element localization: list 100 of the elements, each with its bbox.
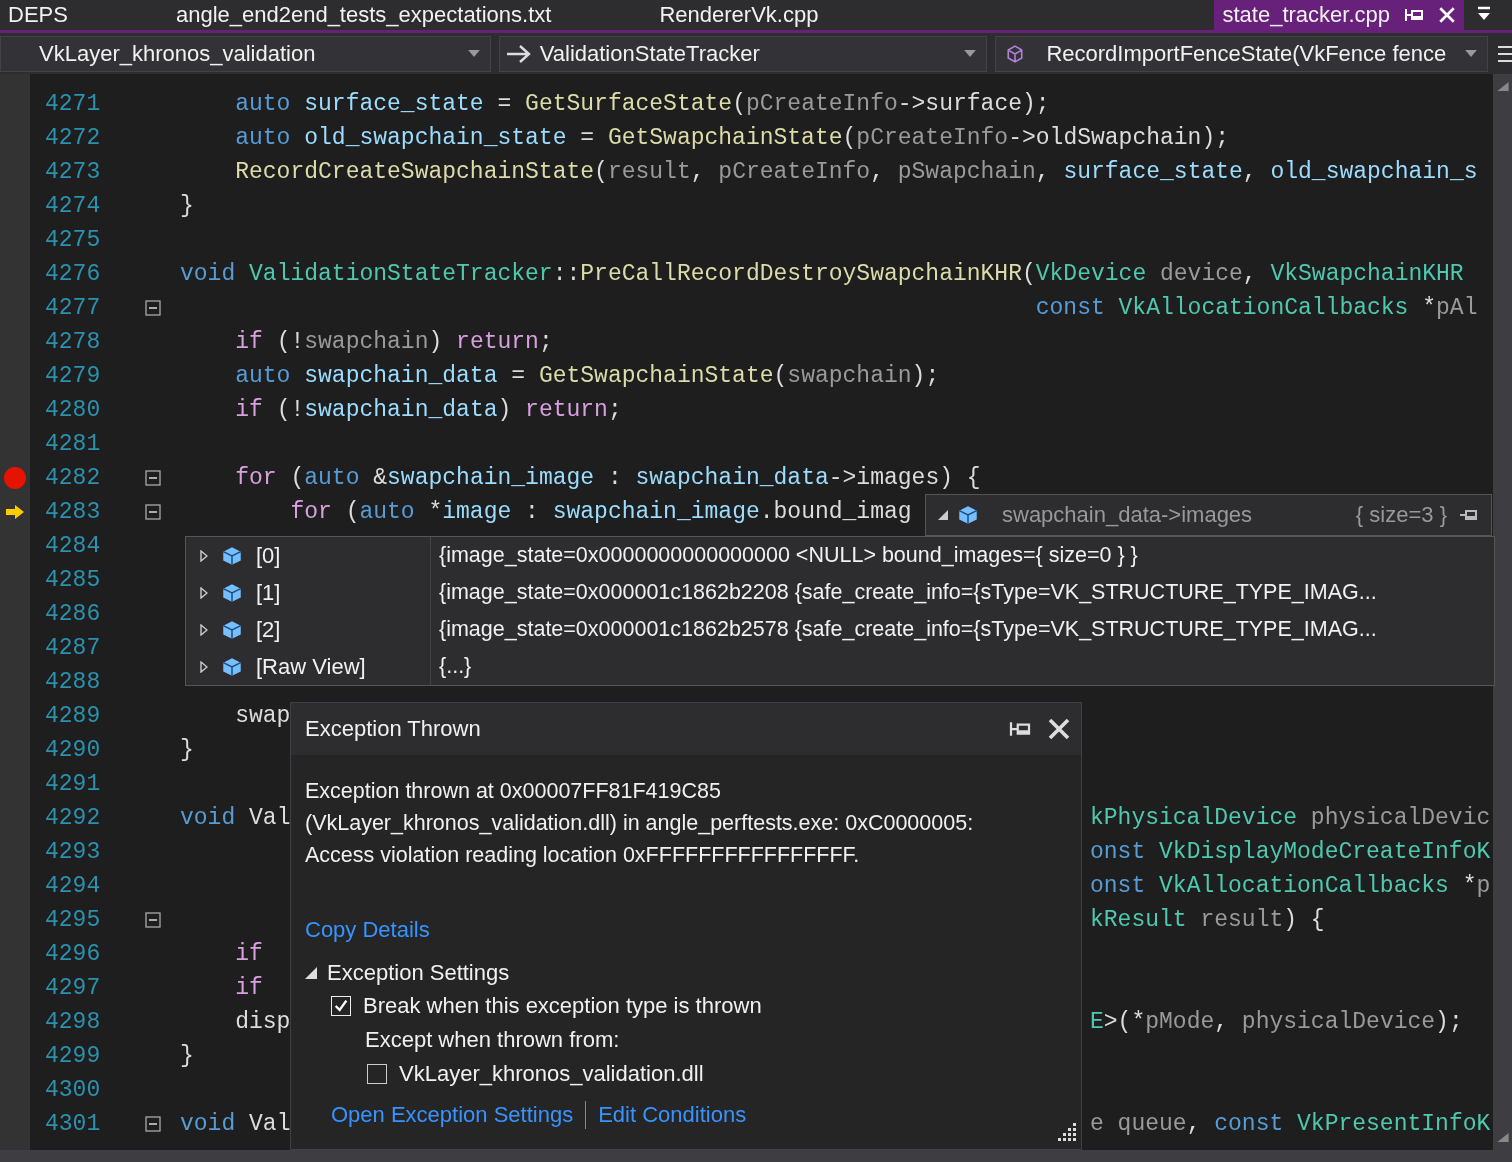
line-number: 4283	[44, 499, 102, 525]
code-line: if	[234, 975, 263, 1001]
close-icon[interactable]	[1047, 717, 1071, 741]
scroll-down-icon[interactable]	[1496, 1133, 1509, 1142]
checkbox-label: Break when this exception type is thrown	[363, 993, 762, 1019]
code-line: const VkAllocationCallbacks *pAl	[1034, 295, 1478, 321]
code-line: auto surface_state = GetSurfaceState(pCreateInfo->surface);	[234, 91, 1050, 117]
line-number: 4281	[44, 431, 102, 457]
cube-icon	[222, 656, 242, 677]
project-dropdown[interactable]: VkLayer_khronos_validation	[0, 35, 491, 72]
cube-icon	[1006, 44, 1025, 63]
line-number: 4297	[44, 975, 102, 1001]
line-number: 4301	[44, 1111, 102, 1137]
cube-icon	[222, 619, 242, 640]
expand-arrow-icon[interactable]	[200, 549, 208, 562]
line-number: 4294	[44, 873, 102, 899]
code-line: if	[234, 941, 263, 967]
cube-icon	[222, 545, 242, 566]
dropdown-caret-icon	[1465, 50, 1478, 57]
code-line: }	[180, 193, 194, 219]
settings-link[interactable]: Open Exception Settings	[331, 1102, 574, 1128]
line-number: 4277	[44, 295, 102, 321]
line-number: 4293	[44, 839, 102, 865]
file-tab[interactable]: DEPS	[0, 0, 76, 30]
file-tab[interactable]: angle_end2end_tests_expectations.txt	[167, 0, 560, 30]
line-number: 4289	[44, 703, 102, 729]
line-number: 4298	[44, 1009, 102, 1035]
exception-message: Exception thrown at 0x00007FF81F419C85 (VkLayer_khronos_validation.dll) in angle_perftests.exe: 0xC0000005: Access violation reading location 0xFFFFFFFFFFFFFFFF.	[305, 778, 975, 869]
pin-icon[interactable]	[1007, 720, 1033, 738]
collapse-icon[interactable]	[145, 470, 161, 486]
popup-title: Exception Thrown	[305, 716, 482, 742]
line-number: 4282	[44, 465, 102, 491]
line-number: 4292	[44, 805, 102, 831]
collapse-icon[interactable]	[145, 912, 161, 928]
datatip-summary: { size=3 }	[1355, 502, 1447, 528]
pin-icon[interactable]	[1457, 507, 1479, 523]
vertical-scrollbar[interactable]	[1493, 74, 1512, 1150]
line-number: 4284	[44, 533, 102, 559]
line-number: 4300	[44, 1077, 102, 1103]
line-number: 4286	[44, 601, 102, 627]
code-line: }	[180, 737, 194, 763]
checkbox[interactable]	[367, 1064, 387, 1084]
dropdown-caret-icon	[964, 50, 977, 57]
code-line: swap	[234, 703, 291, 729]
resize-grip-icon[interactable]	[1057, 1123, 1077, 1143]
datatip-expression: swapchain_data->images	[1002, 502, 1254, 528]
horizontal-scrollbar[interactable]	[0, 1150, 1512, 1162]
line-number: 4275	[44, 227, 102, 253]
code-line: kResult result) {	[1090, 907, 1325, 933]
copy-details-link[interactable]: Copy Details	[305, 917, 430, 943]
section-title: Exception Settings	[327, 960, 510, 986]
item-name: [Raw View]	[256, 653, 366, 680]
code-line: if (!swapchain) return;	[234, 329, 553, 355]
line-number: 4273	[44, 159, 102, 185]
expand-arrow-icon[interactable]	[200, 660, 208, 673]
line-number: 4272	[44, 125, 102, 151]
settings-link[interactable]: Edit Conditions	[598, 1102, 747, 1128]
item-name: [2]	[256, 616, 281, 643]
file-tab[interactable]: state_tracker.cpp	[1214, 0, 1464, 30]
cube-icon	[958, 505, 978, 525]
collapse-icon[interactable]	[145, 300, 161, 316]
expand-arrow-icon[interactable]	[200, 623, 208, 636]
pin-icon[interactable]	[1404, 7, 1424, 23]
arrow-icon	[505, 43, 532, 64]
cube-icon	[222, 582, 242, 603]
code-line: void Val	[180, 805, 291, 831]
code-line: for (auto *image : swapchain_image.bound_imag	[289, 499, 912, 525]
item-value: {...}	[438, 654, 472, 679]
code-line: auto swapchain_data = GetSwapchainState(swapchain);	[234, 363, 940, 389]
item-name: [1]	[256, 579, 281, 606]
expand-triangle-icon[interactable]	[305, 967, 317, 979]
code-line: onst VkDisplayModeCreateInfoK	[1090, 839, 1491, 865]
code-line: if (!swapchain_data) return;	[234, 397, 622, 423]
code-line: void Val	[180, 1111, 291, 1137]
line-number: 4288	[44, 669, 102, 695]
file-tab[interactable]: RendererVk.cpp	[651, 0, 827, 30]
line-number: 4296	[44, 941, 102, 967]
item-value: {image_state=0x0000000000000000 <NULL> bound_images={ size=0 } }	[438, 543, 1138, 568]
except-label: Except when thrown from:	[364, 1026, 621, 1054]
code-line: E>(*pMode, physicalDevice);	[1090, 1009, 1463, 1035]
line-number: 4285	[44, 567, 102, 593]
line-number: 4299	[44, 1043, 102, 1069]
expand-arrow-icon[interactable]	[200, 586, 208, 599]
line-number: 4278	[44, 329, 102, 355]
line-number: 4291	[44, 771, 102, 797]
line-number: 4287	[44, 635, 102, 661]
code-line: e queue, const VkPresentInfoK	[1090, 1111, 1491, 1137]
collapse-icon[interactable]	[145, 504, 161, 520]
scroll-up-icon[interactable]	[1496, 82, 1509, 91]
line-number: 4274	[44, 193, 102, 219]
breakpoint-icon[interactable]	[4, 467, 26, 489]
code-line: RecordCreateSwapchainState(result, pCreateInfo, pSwapchain, surface_state, old_swapchain_s	[234, 159, 1478, 185]
expand-triangle-icon[interactable]	[938, 510, 948, 520]
collapse-icon[interactable]	[145, 1116, 161, 1132]
line-number: 4290	[44, 737, 102, 763]
line-number: 4280	[44, 397, 102, 423]
code-line: auto old_swapchain_state = GetSwapchainState(pCreateInfo->oldSwapchain);	[234, 125, 1229, 151]
scope-dropdown[interactable]: ValidationStateTracker	[498, 35, 988, 72]
member-dropdown[interactable]: RecordImportFenceState(VkFence fence	[995, 35, 1489, 72]
line-number: 4276	[44, 261, 102, 287]
